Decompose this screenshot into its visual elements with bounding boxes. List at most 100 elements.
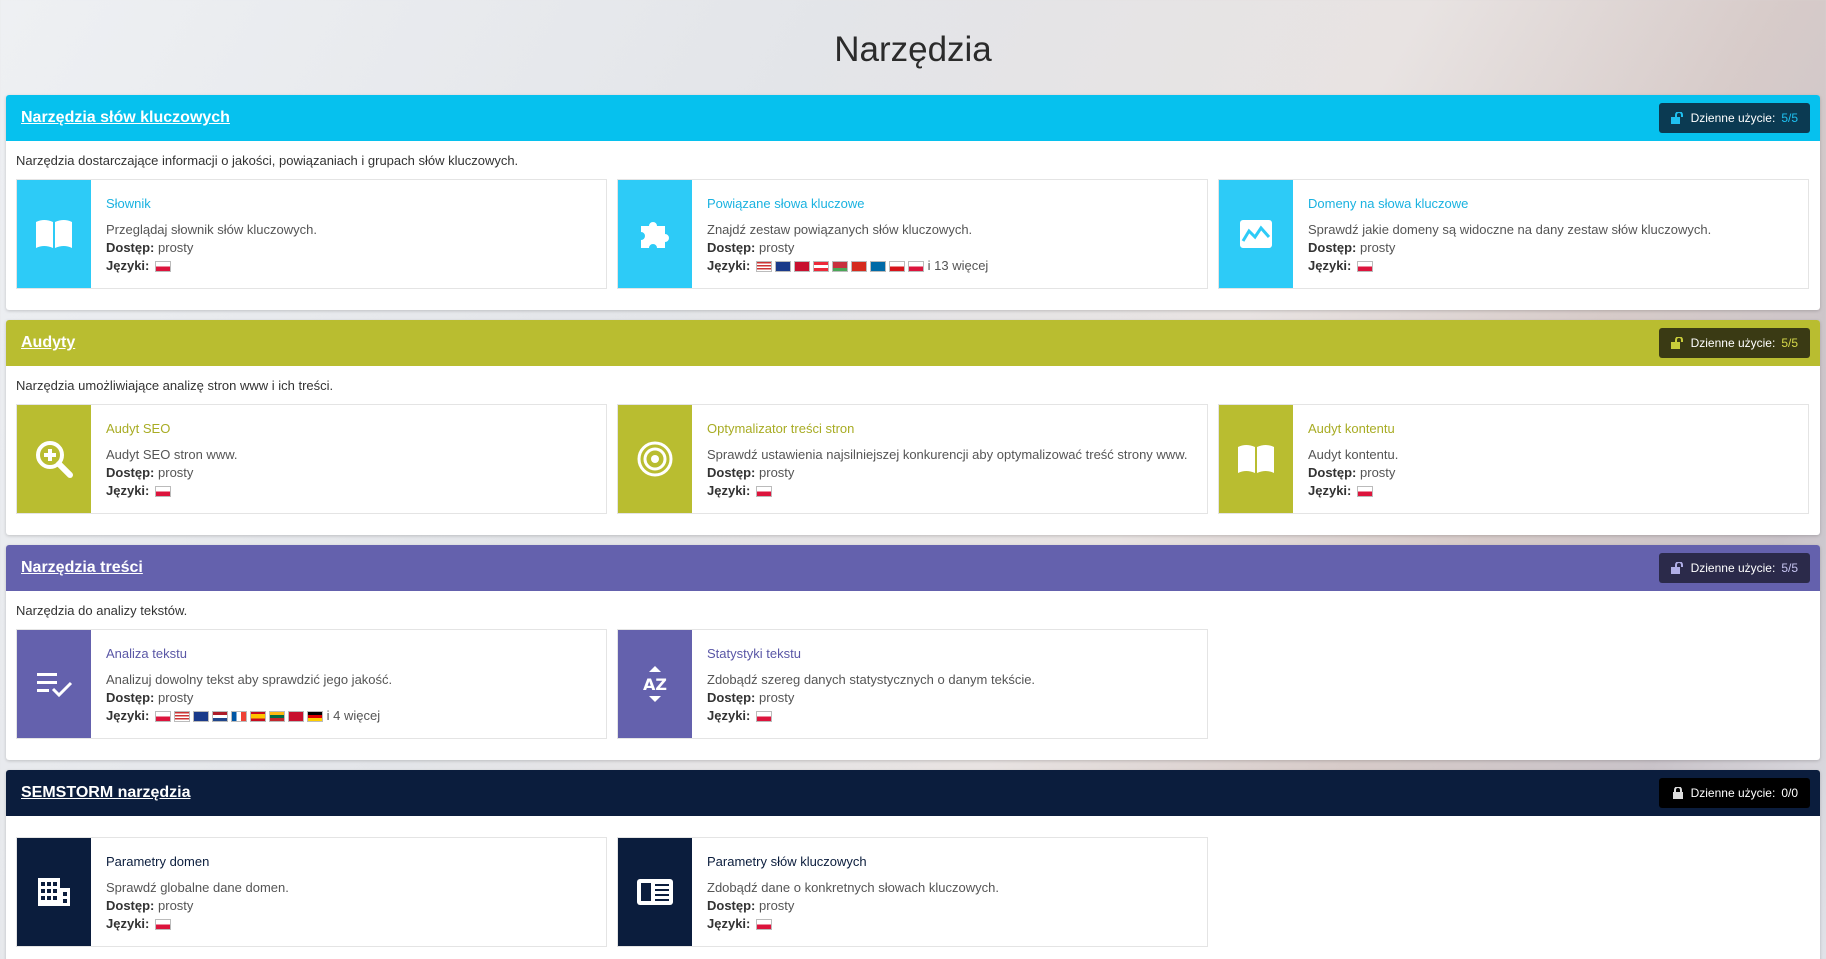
card-description: Znajdź zestaw powiązanych słów kluczowyc… [707,222,973,237]
usage-value: 5/5 [1781,111,1798,125]
flag-us-icon [756,261,772,273]
access-value: prosty [759,898,795,913]
daily-usage-badge: Dzienne użycie: 0/0 [1658,778,1810,808]
svg-text:AZ: AZ [643,675,667,694]
chart-icon [1219,180,1293,288]
card-description: Przeglądaj słownik słów kluczowych. [106,222,317,237]
tool-card-text-analysis[interactable]: Analiza tekstu Analizuj dowolny tekst ab… [16,629,607,739]
access-label: Dostęp: [106,898,155,913]
flag-pl-icon [1357,261,1373,273]
flag-by-icon [832,261,848,273]
more-languages: i 13 więcej [927,258,989,273]
flag-us-icon [174,711,190,723]
flag-fr-icon [231,711,247,723]
section-title-link[interactable]: Audyty [21,334,75,352]
usage-label: Dzienne użycie: [1690,336,1776,350]
card-description: Analizuj dowolny tekst aby sprawdzić jeg… [106,672,393,687]
tool-card-related-keywords[interactable]: Powiązane słowa kluczowe Znajdź zestaw p… [617,179,1208,289]
flag-se-icon [870,261,886,273]
card-title[interactable]: Słownik [106,195,317,213]
more-languages: i 4 więcej [326,708,381,723]
access-value: prosty [759,690,795,705]
languages-label: Języki: [106,708,150,723]
newspaper-icon [618,838,692,946]
languages-label: Języki: [707,258,751,273]
access-value: prosty [158,465,194,480]
flag-dk-icon [288,711,304,723]
daily-usage-badge: Dzienne użycie: 5/5 [1658,553,1810,583]
card-title[interactable]: Analiza tekstu [106,645,392,663]
section-header: Narzędzia treści Dzienne użycie: 5/5 [6,545,1820,591]
lock-icon [1672,787,1683,799]
flag-de-icon [307,711,323,723]
access-label: Dostęp: [707,465,756,480]
languages-label: Języki: [707,708,751,723]
flag-pl-icon [756,711,772,723]
flag-dk-icon [794,261,810,273]
tool-card-seo-audit[interactable]: Audyt SEO Audyt SEO stron www. Dostęp: p… [16,404,607,514]
card-description: Sprawdź globalne dane domen. [106,880,289,895]
section-title-link[interactable]: Narzędzia treści [21,559,143,577]
usage-label: Dzienne użycie: [1690,561,1776,575]
tool-card-keyword-params[interactable]: Parametry słów kluczowych Zdobądź dane o… [617,837,1208,947]
access-value: prosty [1360,465,1396,480]
flag-pl-icon [908,261,924,273]
section-description: Narzędzia umożliwiające analizę stron ww… [16,378,334,393]
section-title-link[interactable]: Narzędzia słów kluczowych [21,109,230,127]
unlock-icon [1670,562,1683,574]
card-title[interactable]: Parametry słów kluczowych [707,853,999,871]
card-title[interactable]: Parametry domen [106,853,289,871]
access-label: Dostęp: [106,690,155,705]
flag-es-icon [250,711,266,723]
section-title-link[interactable]: SEMSTORM narzędzia [21,784,191,802]
flag-lt-icon [269,711,285,723]
section-keyword-tools: Narzędzia słów kluczowych Dzienne użycie… [6,95,1820,310]
card-title[interactable]: Statystyki tekstu [707,645,1035,663]
usage-label: Dzienne użycie: [1690,111,1776,125]
flag-nl-icon [212,711,228,723]
card-description: Sprawdź jakie domeny są widoczne na dany… [1308,222,1712,237]
languages-label: Języki: [707,483,751,498]
flag-pl-icon [155,261,171,273]
flag-at-icon [813,261,829,273]
section-header: Audyty Dzienne użycie: 5/5 [6,320,1820,366]
sort-az-icon: AZ [618,630,692,738]
card-title[interactable]: Powiązane słowa kluczowe [707,195,988,213]
flag-pl-icon [1357,486,1373,498]
access-value: prosty [1360,240,1396,255]
target-icon [618,405,692,513]
section-header: Narzędzia słów kluczowych Dzienne użycie… [6,95,1820,141]
languages-label: Języki: [1308,258,1352,273]
card-title[interactable]: Optymalizator treści stron [707,420,1187,438]
card-description: Zdobądź szereg danych statystycznych o d… [707,672,1036,687]
tool-card-domains-keywords[interactable]: Domeny na słowa kluczowe Sprawdź jakie d… [1218,179,1809,289]
card-description: Sprawdź ustawienia najsilniejszej konkur… [707,447,1188,462]
tool-card-slownik[interactable]: Słownik Przeglądaj słownik słów kluczowy… [16,179,607,289]
unlock-icon [1670,112,1683,124]
card-description: Audyt SEO stron www. [106,447,238,462]
section-description: Narzędzia do analizy tekstów. [16,603,188,618]
flag-cz-icon [889,261,905,273]
access-value: prosty [759,240,795,255]
section-description: Narzędzia dostarczające informacji o jak… [16,153,519,168]
tool-card-text-stats[interactable]: AZ Statystyki tekstu Zdobądź szereg dany… [617,629,1208,739]
access-value: prosty [158,898,194,913]
access-value: prosty [158,240,194,255]
card-title[interactable]: Audyt kontentu [1308,420,1398,438]
section-semstorm-tools: SEMSTORM narzędzia Dzienne użycie: 0/0 P… [6,770,1820,959]
tool-card-content-audit[interactable]: Audyt kontentu Audyt kontentu. Dostęp: p… [1218,404,1809,514]
languages-label: Języki: [106,483,150,498]
search-plus-icon [17,405,91,513]
access-value: prosty [158,690,194,705]
tool-card-domain-params[interactable]: Parametry domen Sprawdź globalne dane do… [16,837,607,947]
usage-value: 0/0 [1781,786,1798,800]
access-label: Dostęp: [106,465,155,480]
card-description: Zdobądź dane o konkretnych słowach klucz… [707,880,999,895]
section-audits: Audyty Dzienne użycie: 5/5 Narzędzia umo… [6,320,1820,535]
access-label: Dostęp: [707,240,756,255]
flag-pl-icon [155,711,171,723]
tool-card-content-optimizer[interactable]: Optymalizator treści stron Sprawdź ustaw… [617,404,1208,514]
card-title[interactable]: Audyt SEO [106,420,238,438]
book-icon [1219,405,1293,513]
card-title[interactable]: Domeny na słowa kluczowe [1308,195,1711,213]
